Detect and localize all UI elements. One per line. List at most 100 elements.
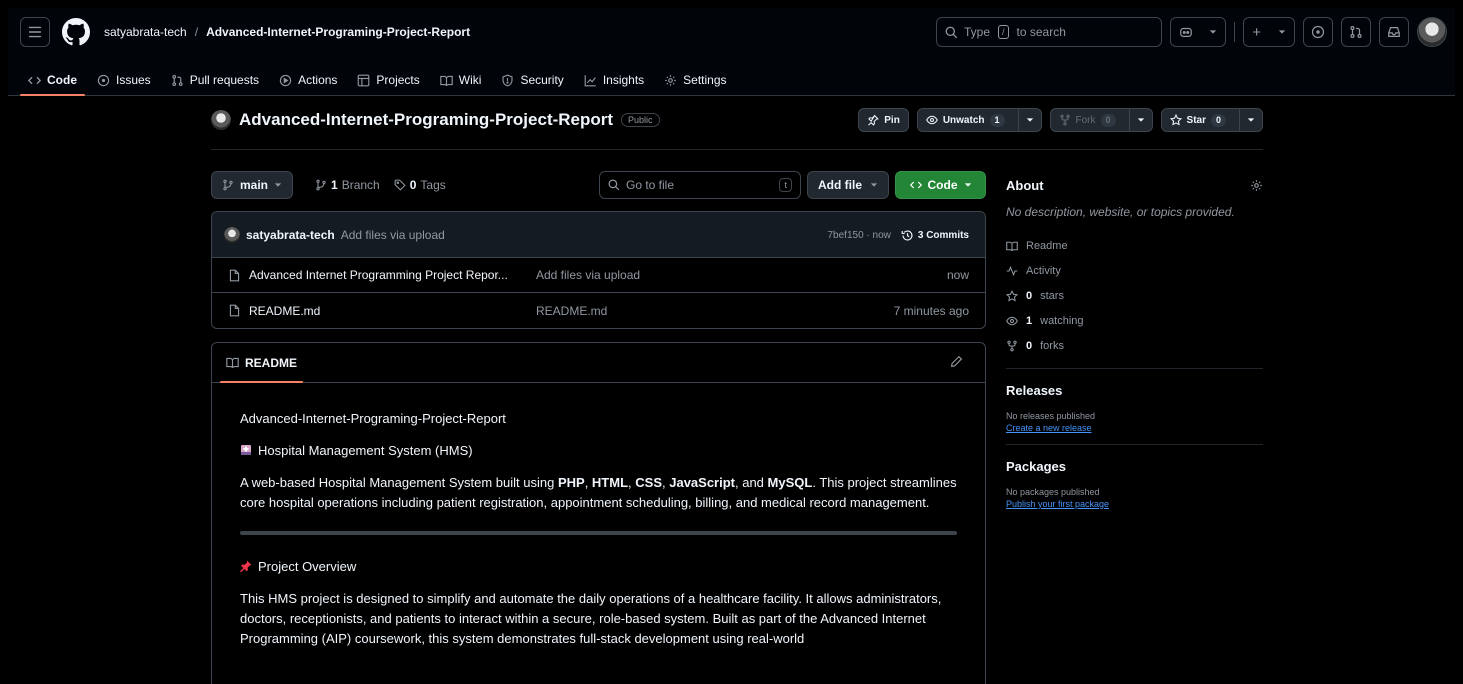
user-avatar[interactable] — [1417, 17, 1447, 47]
table-row[interactable]: Advanced Internet Programming Project Re… — [212, 258, 985, 293]
packages-title[interactable]: Packages — [1006, 459, 1263, 474]
tags-link[interactable]: 0 Tags — [394, 178, 446, 192]
star-main[interactable]: Star 0 — [1162, 109, 1234, 131]
hamburger-icon — [28, 26, 42, 38]
chevron-down-icon — [274, 183, 282, 187]
tab-settings[interactable]: Settings — [656, 64, 734, 96]
tag-icon — [394, 179, 406, 191]
watching-count: 1 — [1026, 314, 1033, 327]
header-top-row: satyabrata-tech / Advanced-Internet-Prog… — [8, 8, 1455, 56]
tab-label: Issues — [116, 73, 151, 87]
commit-message[interactable]: Add files via upload — [341, 228, 445, 242]
star-button[interactable]: Star 0 — [1160, 108, 1263, 132]
search-prefix: Type — [964, 25, 991, 39]
tab-label: Actions — [298, 73, 338, 87]
repo-name[interactable]: Advanced-Internet-Programing-Project-Rep… — [239, 110, 613, 130]
branch-count: 1 — [331, 178, 338, 192]
file-commit-message[interactable]: Add files via upload — [536, 268, 640, 282]
pin-icon — [868, 114, 880, 126]
create-release-link[interactable]: Create a new release — [1006, 422, 1263, 434]
readme-tab-label: README — [245, 355, 298, 370]
publish-package-link[interactable]: Publish your first package — [1006, 498, 1263, 510]
hospital-icon — [241, 445, 251, 455]
commit-author-avatar[interactable] — [224, 226, 240, 243]
tab-projects[interactable]: Projects — [349, 64, 427, 96]
about-list: Readme Activity 0 stars 1 watching 0 for… — [1006, 233, 1263, 358]
readme-link[interactable]: Readme — [1006, 233, 1263, 258]
menu-button[interactable] — [20, 17, 50, 47]
tech-html: HTML — [591, 475, 629, 490]
repo-actions: Pin Unwatch 1 Fork 0 Star 0 — [858, 108, 1263, 132]
fork-counter: 0 — [1100, 113, 1116, 127]
owner-avatar[interactable] — [211, 110, 231, 130]
fork-button[interactable]: Fork 0 — [1049, 108, 1153, 132]
stars-link[interactable]: 0 stars — [1006, 283, 1263, 308]
repo-title-row: Advanced-Internet-Programing-Project-Rep… — [211, 108, 1263, 150]
chevron-down-icon — [1247, 118, 1255, 122]
tab-insights[interactable]: Insights — [576, 64, 652, 96]
star-dropdown[interactable] — [1239, 109, 1262, 131]
github-logo-icon[interactable] — [62, 18, 90, 46]
issue-icon — [1311, 25, 1325, 39]
go-to-file-input[interactable]: Go to file t — [599, 171, 801, 199]
watch-button[interactable]: Unwatch 1 — [916, 108, 1042, 132]
file-commit-message[interactable]: README.md — [536, 304, 607, 318]
file-name-link[interactable]: README.md — [228, 304, 536, 318]
fork-icon — [1007, 340, 1017, 351]
issues-shortcut-button[interactable] — [1303, 17, 1333, 47]
go-to-file-shortcut: t — [779, 178, 792, 192]
watching-word: watching — [1040, 314, 1084, 327]
create-new-button[interactable]: + — [1243, 17, 1295, 47]
branch-name: main — [240, 178, 269, 192]
code-icon — [909, 181, 922, 189]
forks-link[interactable]: 0 forks — [1006, 333, 1263, 358]
tab-wiki[interactable]: Wiki — [432, 64, 490, 96]
readme-tab[interactable]: README — [220, 343, 304, 383]
activity-link[interactable]: Activity — [1006, 258, 1263, 283]
pull-requests-shortcut-button[interactable] — [1341, 17, 1371, 47]
tab-issues[interactable]: Issues — [89, 64, 159, 96]
copilot-button[interactable] — [1170, 17, 1226, 47]
file-name-link[interactable]: Advanced Internet Programming Project Re… — [228, 268, 536, 282]
owner-link[interactable]: satyabrata-tech — [104, 25, 187, 39]
tech-css: CSS — [635, 475, 662, 490]
branch-selector[interactable]: main — [211, 171, 294, 199]
tab-code[interactable]: Code — [20, 64, 85, 96]
commit-author[interactable]: satyabrata-tech — [246, 228, 335, 242]
fork-main[interactable]: Fork 0 — [1051, 109, 1124, 131]
hms-heading-text: Hospital Management System (HMS) — [258, 443, 473, 458]
stars-word: stars — [1040, 289, 1064, 302]
tech-php: PHP — [557, 475, 585, 490]
add-file-button[interactable]: Add file — [807, 171, 889, 199]
intro-and: , and — [735, 475, 768, 490]
watch-main[interactable]: Unwatch 1 — [918, 109, 1013, 131]
tag-word: Tags — [420, 178, 446, 192]
star-label: Star — [1186, 114, 1206, 126]
play-icon — [279, 74, 292, 86]
releases-title[interactable]: Releases — [1006, 383, 1263, 398]
watch-dropdown[interactable] — [1017, 109, 1041, 131]
packages-empty: No packages published — [1006, 487, 1100, 497]
file-navigation: main 1 Branch 0 Tags Go to file t Add fi… — [211, 171, 986, 199]
commit-hash-time[interactable]: 7bef150 · now — [827, 230, 890, 241]
sidebar-divider — [1006, 368, 1263, 369]
tab-label: Wiki — [458, 73, 482, 87]
breadcrumb-separator: / — [194, 25, 199, 39]
commits-link[interactable]: 3 Commits — [901, 229, 969, 242]
file-icon — [229, 304, 240, 317]
code-button[interactable]: Code — [895, 171, 986, 199]
tab-pull-requests[interactable]: Pull requests — [163, 64, 267, 96]
table-row[interactable]: README.md README.md 7 minutes ago — [212, 293, 985, 328]
repo-link[interactable]: Advanced-Internet-Programing-Project-Rep… — [206, 25, 470, 39]
overview-heading-text: Project Overview — [258, 559, 357, 574]
inbox-button[interactable] — [1379, 17, 1409, 47]
watching-link[interactable]: 1 watching — [1006, 308, 1263, 333]
tab-actions[interactable]: Actions — [271, 64, 345, 96]
pencil-icon[interactable] — [950, 355, 963, 368]
pin-button[interactable]: Pin — [858, 108, 909, 132]
fork-dropdown[interactable] — [1128, 109, 1152, 131]
tab-security[interactable]: Security — [493, 64, 571, 96]
branches-link[interactable]: 1 Branch — [315, 178, 380, 192]
global-search[interactable]: Type / to search — [936, 17, 1162, 47]
gear-icon[interactable] — [1250, 179, 1263, 192]
